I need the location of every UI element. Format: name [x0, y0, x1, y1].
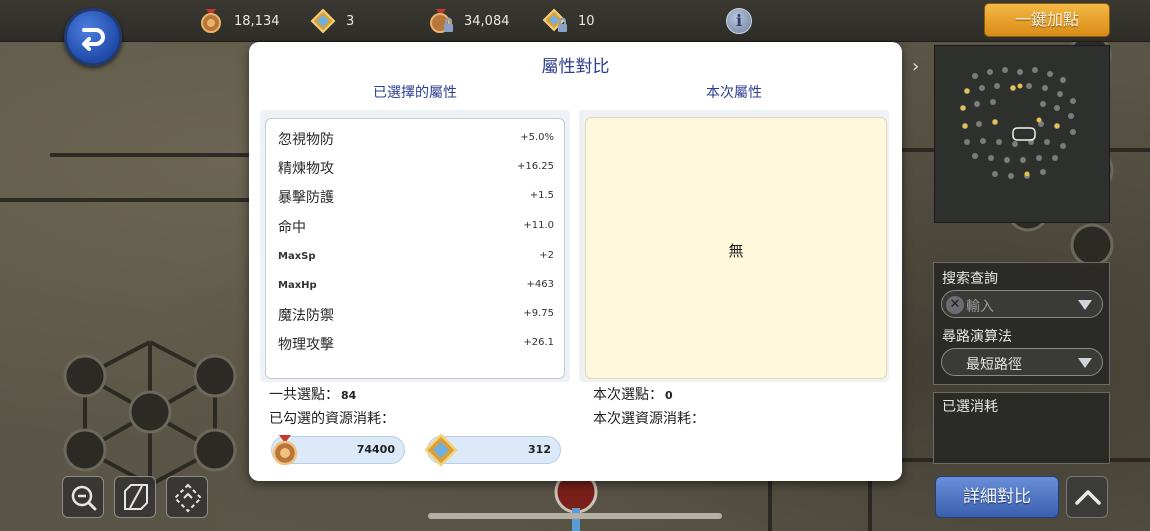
slash-frame-icon [124, 484, 148, 510]
cost-gem-pill: 312 [424, 433, 561, 467]
one-key-add-points-button[interactable]: 一鍵加點 [984, 3, 1110, 37]
route-button[interactable] [166, 476, 208, 518]
list-item: 暴擊防護 +1.5 [278, 187, 554, 216]
selected-cost-label: 已選消耗 [942, 399, 998, 415]
chevron-right-icon[interactable]: › [912, 56, 919, 77]
attribute-name: 命中 [278, 220, 306, 236]
resource-locked-gem: 10 [542, 6, 595, 36]
current-attributes-list: 無 [585, 117, 887, 379]
current-cost-label: 本次選資源消耗： [593, 411, 705, 427]
list-item: 精煉物攻 +16.25 [278, 158, 554, 187]
resource-locked-gem-value: 10 [578, 13, 595, 29]
algorithm-select[interactable]: 最短路徑 [941, 348, 1103, 376]
selected-attributes-header: 已選擇的屬性 [373, 85, 457, 101]
selected-attributes-list[interactable]: 忽視物防 +5.0% 精煉物攻 +16.25 暴擊防護 +1.5 命中 +11.… [265, 118, 565, 379]
search-placeholder: 輸入 [966, 299, 994, 315]
total-points-label: 一共選點： [269, 387, 339, 403]
back-arrow-icon [82, 28, 105, 51]
medal-icon [272, 435, 298, 466]
locked-gem-icon [542, 8, 567, 32]
collapse-up-button[interactable] [1066, 476, 1108, 518]
list-item: 命中 +11.0 [278, 217, 554, 246]
attribute-name: 魔法防禦 [278, 308, 334, 324]
zoom-out-icon [71, 485, 97, 511]
chevron-down-icon [1078, 358, 1092, 368]
attribute-value: +9.75 [523, 308, 554, 319]
locked-medal-icon [430, 9, 453, 33]
clear-icon[interactable]: ✕ [946, 296, 964, 314]
minimap-nodes [960, 67, 1076, 179]
attribute-compare-dialog: 屬性對比 已選擇的屬性 本次屬性 忽視物防 +5.0% 精煉物攻 +16.25 … [249, 42, 902, 481]
chevron-down-icon [1078, 300, 1092, 310]
list-item: MaxSp +2 [278, 247, 554, 276]
list-item: 忽視物防 +5.0% [278, 129, 554, 158]
back-button[interactable] [64, 8, 122, 66]
gem-icon [310, 8, 336, 34]
dialog-title: 屬性對比 [541, 57, 610, 77]
list-item: 物理攻擊 +26.1 [278, 334, 554, 363]
current-attributes-header: 本次屬性 [706, 85, 762, 101]
current-points: 本次選點： 0 [593, 384, 673, 404]
total-points-value: 84 [341, 389, 357, 402]
cost-medal-value: 74400 [356, 443, 395, 456]
list-item: 魔法防禦 +9.75 [278, 305, 554, 334]
info-button[interactable]: i [726, 8, 752, 34]
medal-icon [201, 9, 221, 33]
resource-locked-medal: 34,084 [428, 6, 510, 36]
attribute-name: MaxSp [278, 251, 316, 262]
search-input[interactable]: ✕ 輸入 [941, 290, 1103, 318]
resource-medal-value: 18,134 [234, 13, 280, 29]
edit-path-button[interactable] [114, 476, 156, 518]
horizontal-scrollbar[interactable] [428, 513, 722, 519]
cost-medal-pill: 74400 [271, 435, 405, 466]
resource-gem: 3 [310, 6, 354, 36]
route-diamond-icon [173, 483, 203, 513]
attribute-value: +5.0% [520, 132, 554, 143]
zoom-out-button[interactable] [62, 476, 104, 518]
resource-gem-value: 3 [346, 13, 355, 29]
current-points-value: 0 [665, 389, 673, 402]
attribute-value: +463 [526, 279, 554, 290]
attribute-name: 暴擊防護 [278, 190, 334, 206]
search-label: 搜索查詢 [942, 271, 998, 287]
attribute-name: MaxHp [278, 280, 317, 291]
algorithm-value: 最短路徑 [966, 357, 1022, 373]
empty-state-text: 無 [728, 242, 744, 260]
attribute-value: +11.0 [523, 220, 554, 231]
cost-gem-value: 312 [528, 443, 551, 456]
minimap[interactable] [934, 45, 1110, 223]
attribute-value: +2 [539, 250, 554, 261]
total-points: 一共選點： 84 [269, 384, 356, 404]
algorithm-label: 尋路演算法 [942, 329, 1012, 345]
attribute-value: +26.1 [523, 337, 554, 348]
detail-compare-button[interactable]: 詳細對比 [935, 476, 1059, 518]
gem-icon [424, 433, 458, 467]
attribute-value: +1.5 [529, 190, 554, 201]
chevron-up-icon [1075, 490, 1101, 505]
attribute-name: 物理攻擊 [278, 337, 334, 353]
attribute-name: 精煉物攻 [278, 161, 334, 177]
checked-cost-label: 已勾選的資源消耗： [269, 411, 395, 427]
info-icon: i [735, 11, 743, 30]
attribute-value: +16.25 [516, 161, 554, 172]
current-points-label: 本次選點： [593, 387, 663, 403]
list-item: MaxHp +463 [278, 276, 554, 305]
resource-locked-medal-value: 34,084 [464, 13, 510, 29]
attribute-name: 忽視物防 [278, 132, 334, 148]
resource-medal: 18,134 [198, 6, 280, 36]
